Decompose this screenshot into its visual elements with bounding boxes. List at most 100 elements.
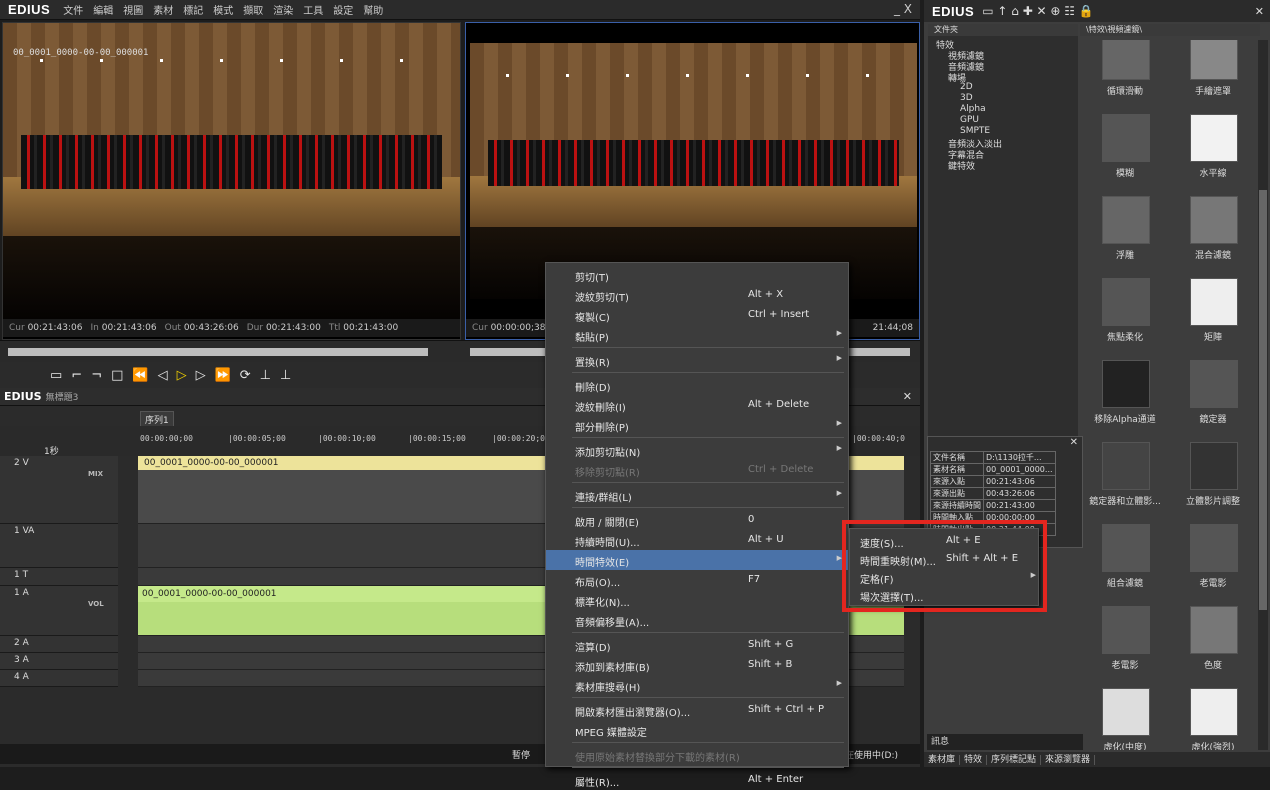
effects-scrollbar[interactable] bbox=[1258, 40, 1268, 750]
effect-item[interactable]: 矩陣 bbox=[1168, 278, 1256, 360]
insert-icon[interactable]: ⊥ bbox=[260, 368, 271, 383]
menu-item[interactable]: 幫助 bbox=[358, 6, 388, 17]
context-menu-item[interactable]: 部分刪除(P) ▶ bbox=[546, 415, 848, 435]
effect-label: 混合濾鏡 bbox=[1194, 251, 1231, 261]
effect-thumbnail bbox=[1190, 606, 1238, 654]
fast-forward-icon[interactable]: ⏩ bbox=[215, 368, 231, 383]
effect-thumbnail bbox=[1102, 40, 1150, 80]
tree-node[interactable]: GPU bbox=[960, 115, 979, 125]
mark-in-icon[interactable]: ⌐ bbox=[71, 368, 82, 383]
menu-item[interactable]: 素材 bbox=[148, 6, 178, 17]
effect-item[interactable]: 循環滑動 bbox=[1080, 40, 1170, 114]
panel-tab[interactable]: 序列標記點 bbox=[987, 755, 1042, 765]
context-menu-item[interactable]: 波紋刪除(I) Alt + Delete bbox=[546, 395, 848, 415]
menu-item-label: 渲算(D) bbox=[575, 643, 611, 654]
mark-out-icon[interactable]: ¬ bbox=[91, 368, 102, 383]
effect-item[interactable]: 組合濾鏡 bbox=[1080, 524, 1170, 606]
context-menu-item[interactable]: 使用原始素材替換部分下載的素材(R) bbox=[546, 745, 848, 765]
context-menu-item[interactable]: 時間特效(E) ▶ bbox=[546, 550, 848, 570]
context-menu-item[interactable]: 複製(C) Ctrl + Insert bbox=[546, 305, 848, 325]
context-menu-item[interactable]: 啟用 / 關閉(E) 0 bbox=[546, 510, 848, 530]
context-menu-item[interactable]: 波紋剪切(T) Alt + X bbox=[546, 285, 848, 305]
context-menu-item[interactable]: 移除剪切點(R) Ctrl + Delete bbox=[546, 460, 848, 480]
menu-item-label: 刪除(D) bbox=[575, 383, 611, 394]
effect-item[interactable]: 虛化(強烈) bbox=[1168, 688, 1256, 750]
in-timecode: In 00:21:43:06 bbox=[90, 323, 157, 333]
stop-icon[interactable]: □ bbox=[111, 368, 123, 383]
effect-item[interactable]: 色度 bbox=[1168, 606, 1256, 688]
context-menu-item[interactable]: 渲算(D) Shift + G bbox=[546, 635, 848, 655]
effects-grid: 循環滑動 手繪遮罩 模糊 水平線 浮雕 混合濾鏡焦點柔化 矩陣 移除Alpha通道 鏡定器 鏡定器… bbox=[1080, 40, 1256, 750]
track-header[interactable]: 1 A VOL bbox=[0, 586, 118, 636]
rec-right-timecode: 21:44;08 bbox=[872, 323, 913, 333]
effect-item[interactable]: 浮雕 bbox=[1080, 196, 1170, 278]
window-controls[interactable]: _ X bbox=[894, 2, 912, 16]
tree-node[interactable]: 3D bbox=[960, 93, 973, 103]
context-menu-item[interactable]: 置換(R) ▶ bbox=[546, 350, 848, 370]
context-menu-item[interactable]: MPEG 媒體設定 bbox=[546, 720, 848, 740]
effect-item[interactable]: 老電影 bbox=[1168, 524, 1256, 606]
set-in-icon[interactable]: ▭ bbox=[50, 368, 62, 383]
effect-item[interactable]: 水平線 bbox=[1168, 114, 1256, 196]
menu-item[interactable]: 視圖 bbox=[118, 6, 148, 17]
context-menu-item[interactable]: 標準化(N)... bbox=[546, 590, 848, 610]
effect-item[interactable]: 立體影片調整 bbox=[1168, 442, 1256, 524]
context-menu-item[interactable]: 刪除(D) bbox=[546, 375, 848, 395]
menu-item[interactable]: 標記 bbox=[178, 6, 208, 17]
effect-item[interactable]: 虛化(中度) bbox=[1080, 688, 1170, 750]
track-header[interactable]: 2 A bbox=[0, 636, 118, 653]
timeline-close-icon[interactable]: ✕ bbox=[903, 390, 912, 403]
menu-item[interactable]: 編輯 bbox=[88, 6, 118, 17]
context-menu-item[interactable]: 黏貼(P) ▶ bbox=[546, 325, 848, 345]
effect-item[interactable]: 焦點柔化 bbox=[1080, 278, 1170, 360]
rewind-icon[interactable]: ⏪ bbox=[132, 368, 148, 383]
context-menu-item[interactable]: 屬性(R)... Alt + Enter bbox=[546, 770, 848, 790]
context-menu-item[interactable]: 布局(O)... F7 bbox=[546, 570, 848, 590]
play-icon[interactable]: ▷ bbox=[177, 368, 187, 383]
context-menu-item[interactable]: 開啟素材匯出瀏覽器(O)... Shift + Ctrl + P bbox=[546, 700, 848, 720]
panel-tab[interactable]: 特效 bbox=[960, 755, 988, 765]
effect-item[interactable]: 鏡定器和立體影... bbox=[1080, 442, 1170, 524]
menu-item[interactable]: 渲染 bbox=[268, 6, 298, 17]
submenu-arrow-icon: ▶ bbox=[836, 419, 842, 427]
overwrite-icon[interactable]: ⊥ bbox=[280, 368, 291, 383]
context-menu-item[interactable]: 素材庫搜尋(H) ▶ bbox=[546, 675, 848, 695]
track-header[interactable]: 1 T bbox=[0, 568, 118, 586]
loop-icon[interactable]: ⟳ bbox=[240, 368, 251, 383]
context-menu-item[interactable]: 添加到素材庫(B) Shift + B bbox=[546, 655, 848, 675]
tree-node[interactable]: 2D bbox=[960, 82, 973, 92]
track-header[interactable]: 2 V MIX bbox=[0, 456, 118, 524]
step-forward-icon[interactable]: ▷ bbox=[196, 368, 206, 383]
track-header[interactable]: 4 A bbox=[0, 670, 118, 687]
menu-item[interactable]: 擷取 bbox=[238, 6, 268, 17]
effect-item[interactable]: 手繪遮罩 bbox=[1168, 40, 1256, 114]
track-header[interactable]: 3 A bbox=[0, 653, 118, 670]
effect-item[interactable]: 混合濾鏡 bbox=[1168, 196, 1256, 278]
tree-node[interactable]: Alpha bbox=[960, 104, 986, 114]
context-menu-item[interactable]: 持續時間(U)... Alt + U bbox=[546, 530, 848, 550]
info-close-icon[interactable]: ✕ bbox=[1070, 437, 1078, 448]
player-monitor[interactable]: 00_0001_0000-00-00_000001 Cur 00:21:43:0… bbox=[2, 22, 461, 340]
menu-item[interactable]: 模式 bbox=[208, 6, 238, 17]
effect-item[interactable]: 移除Alpha通道 bbox=[1080, 360, 1170, 442]
track-header[interactable]: 1 VA bbox=[0, 524, 118, 568]
context-menu-item[interactable]: 剪切(T) bbox=[546, 265, 848, 285]
context-menu-item[interactable]: 添加剪切點(N) ▶ bbox=[546, 440, 848, 460]
tree-node[interactable]: SMPTE bbox=[960, 126, 990, 136]
effect-item[interactable]: 老電影 bbox=[1080, 606, 1170, 688]
menu-item[interactable]: 文件 bbox=[58, 6, 88, 17]
menu-item[interactable]: 設定 bbox=[328, 6, 358, 17]
player-scrubber[interactable] bbox=[8, 348, 428, 356]
effect-item[interactable]: 鏡定器 bbox=[1168, 360, 1256, 442]
panel-tab[interactable]: 素材庫 bbox=[924, 755, 961, 765]
panel-close-icon[interactable]: ✕ bbox=[1255, 5, 1264, 18]
context-menu-item[interactable]: 連接/群組(L) ▶ bbox=[546, 485, 848, 505]
context-menu-item[interactable]: 音頻偏移量(A)... bbox=[546, 610, 848, 630]
panel-toolbar-icons[interactable]: ▭ ↑ ⌂ ✚ ✕ ⊕ ☷ 🔒 bbox=[982, 4, 1094, 18]
panel-tab[interactable]: 來源瀏覽器 bbox=[1041, 755, 1096, 765]
effect-thumbnail bbox=[1102, 688, 1150, 736]
menu-item[interactable]: 工具 bbox=[298, 6, 328, 17]
step-back-icon[interactable]: ◁ bbox=[158, 368, 168, 383]
effect-item[interactable]: 模糊 bbox=[1080, 114, 1170, 196]
tree-node[interactable]: 鍵特效 bbox=[948, 159, 975, 172]
